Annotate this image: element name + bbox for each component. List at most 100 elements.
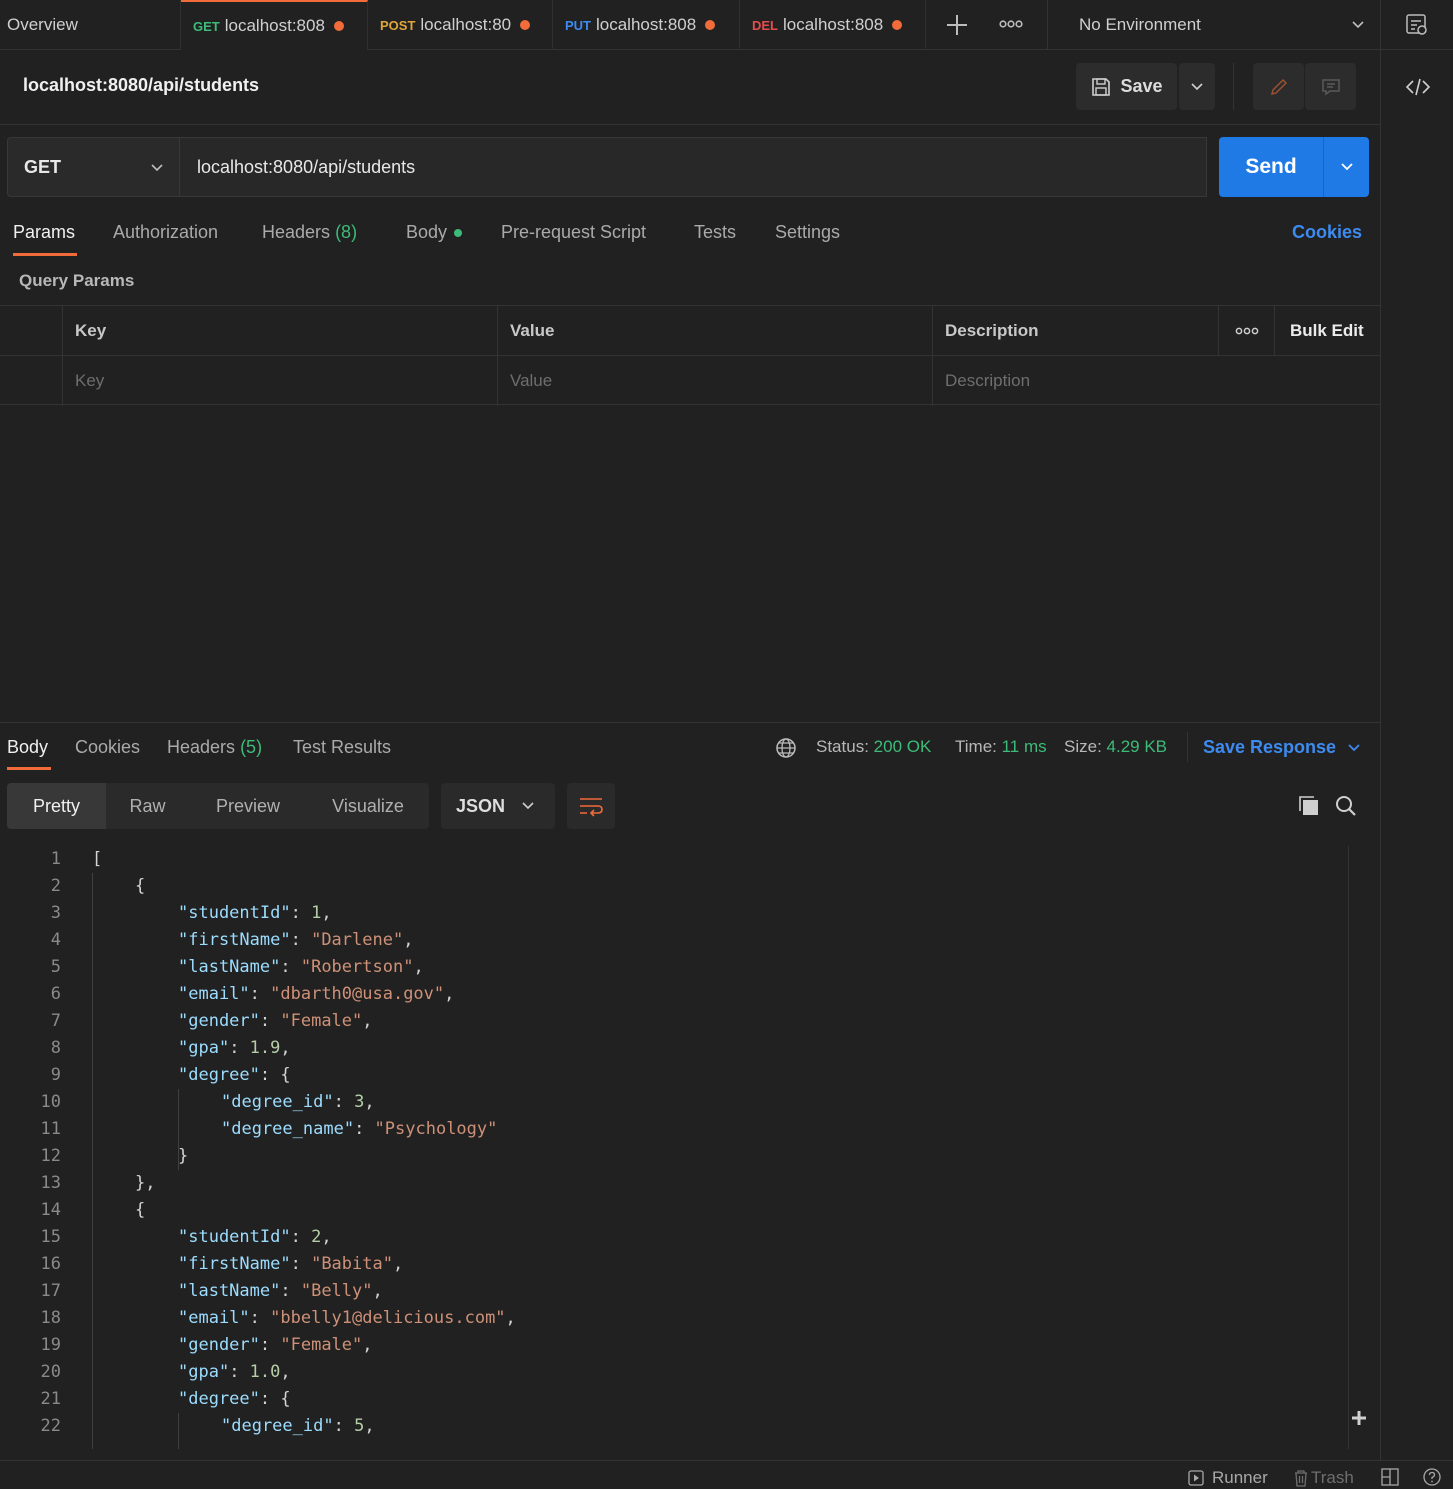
tab-bar: Overview GET localhost:808 POST localhos…	[0, 0, 1453, 50]
edit-button[interactable]	[1253, 63, 1304, 110]
help-icon[interactable]	[1423, 1468, 1441, 1486]
editor-scrollbar[interactable]	[1348, 846, 1368, 1449]
two-pane-icon[interactable]	[1381, 1468, 1399, 1486]
description-input[interactable]: Description	[932, 356, 1380, 406]
code-line: 21 "degree": {	[0, 1386, 1340, 1413]
format-select[interactable]: JSON	[441, 783, 555, 829]
key-input[interactable]: Key	[62, 356, 498, 406]
line-number: 22	[40, 1416, 61, 1436]
unsaved-dot-icon	[520, 20, 531, 30]
tab-del-request[interactable]: DEL localhost:808	[740, 0, 926, 50]
code-line: 18 "email": "bbelly1@delicious.com",	[0, 1305, 1340, 1332]
method-select[interactable]: GET	[7, 137, 180, 197]
tab-overview-label: Overview	[7, 15, 78, 34]
tab-params[interactable]: Params	[13, 222, 75, 243]
response-tab-cookies[interactable]: Cookies	[75, 737, 140, 758]
line-number: 12	[40, 1146, 61, 1166]
line-number: 18	[40, 1308, 61, 1328]
code-text: "gpa": 1.0,	[178, 1362, 291, 1382]
response-divider[interactable]	[0, 722, 1380, 723]
tab-put-request[interactable]: PUT localhost:808	[553, 0, 740, 50]
code-line: 9 "degree": {	[0, 1062, 1340, 1089]
tab-overview[interactable]: Overview	[0, 0, 181, 50]
environment-select[interactable]: No Environment	[1047, 0, 1379, 50]
view-mode-segmented-control: Pretty Raw Preview Visualize	[7, 783, 429, 829]
status-readout[interactable]: Status: 200 OK	[816, 737, 931, 757]
save-options-button[interactable]	[1179, 63, 1215, 110]
code-line: 13},	[0, 1170, 1340, 1197]
send-button[interactable]: Send	[1219, 137, 1323, 197]
tab-method: DEL	[752, 17, 778, 33]
size-readout[interactable]: Size: 4.29 KB	[1064, 737, 1167, 757]
tab-post-request[interactable]: POST localhost:80	[368, 0, 553, 50]
runner-label: Runner	[1212, 1468, 1268, 1487]
view-visualize[interactable]: Visualize	[307, 783, 429, 829]
tab-prerequest-script[interactable]: Pre-request Script	[501, 222, 646, 243]
resize-handle-icon[interactable]	[1350, 1409, 1368, 1427]
new-tab-plus-icon[interactable]	[944, 10, 970, 40]
copy-icon[interactable]	[1297, 794, 1321, 823]
line-number: 9	[50, 1065, 61, 1085]
code-line: 4 "firstName": "Darlene",	[0, 927, 1340, 954]
more-tabs-icon[interactable]	[998, 14, 1024, 34]
line-number: 1	[50, 849, 61, 869]
chevron-down-icon	[1191, 82, 1203, 90]
url-input[interactable]	[180, 137, 1207, 197]
response-tab-body[interactable]: Body	[7, 737, 48, 758]
save-button[interactable]: Save	[1076, 63, 1177, 110]
tab-settings[interactable]: Settings	[775, 222, 840, 243]
tab-tests[interactable]: Tests	[694, 222, 736, 243]
line-number: 10	[40, 1092, 61, 1112]
save-response-label: Save Response	[1203, 737, 1337, 757]
code-text: "degree_name": "Psychology"	[221, 1119, 498, 1139]
col-value-header: Value	[497, 306, 933, 356]
line-number: 16	[40, 1254, 61, 1274]
value-input[interactable]: Value	[497, 356, 933, 406]
cookies-link[interactable]: Cookies	[1292, 222, 1362, 243]
line-number: 3	[50, 903, 61, 923]
response-tab-headers[interactable]: Headers (5)	[167, 737, 262, 758]
tab-body[interactable]: Body	[406, 222, 463, 243]
col-key-header: Key	[62, 306, 498, 356]
more-options-icon[interactable]	[1218, 306, 1275, 356]
line-number: 20	[40, 1362, 61, 1382]
environment-label: No Environment	[1079, 15, 1201, 34]
wrap-lines-button[interactable]	[567, 783, 615, 829]
tab-headers[interactable]: Headers (8)	[262, 222, 357, 243]
request-title[interactable]: localhost:8080/api/students	[23, 75, 259, 96]
format-value: JSON	[456, 795, 506, 816]
globe-icon[interactable]	[775, 737, 797, 764]
environment-quick-look-icon[interactable]	[1380, 0, 1453, 50]
code-text: }	[178, 1146, 189, 1166]
trash-button[interactable]: Trash	[1293, 1468, 1354, 1488]
code-text: [	[92, 849, 103, 869]
response-tab-headers-label: Headers	[167, 737, 236, 757]
code-text: "gpa": 1.9,	[178, 1038, 291, 1058]
response-body-editor[interactable]: 1[2{3 "studentId": 1, 4 "firstName": "Darle…	[0, 846, 1348, 1449]
view-preview[interactable]: Preview	[189, 783, 307, 829]
comments-button[interactable]	[1305, 63, 1356, 110]
bulk-edit-button[interactable]: Bulk Edit	[1274, 306, 1380, 356]
code-line: 17 "lastName": "Belly",	[0, 1278, 1340, 1305]
query-params-label: Query Params	[19, 271, 135, 290]
line-number: 6	[50, 984, 61, 1004]
line-number: 13	[40, 1173, 61, 1193]
tab-get-request[interactable]: GET localhost:808	[181, 0, 368, 50]
tab-authorization[interactable]: Authorization	[113, 222, 218, 243]
tab-label: localhost:808	[596, 15, 697, 34]
save-response-button[interactable]: Save Response	[1203, 737, 1362, 758]
code-text: {	[135, 1200, 146, 1220]
send-options-button[interactable]	[1323, 137, 1369, 197]
status-label: Status:	[816, 737, 869, 756]
code-line: 1[	[0, 846, 1340, 873]
time-readout[interactable]: Time: 11 ms	[955, 737, 1047, 757]
search-icon[interactable]	[1334, 794, 1358, 823]
status-value: 200 OK	[873, 737, 932, 756]
view-pretty[interactable]: Pretty	[7, 783, 106, 829]
runner-button[interactable]: Runner	[1188, 1468, 1268, 1488]
view-raw[interactable]: Raw	[106, 783, 189, 829]
code-line: 5 "lastName": "Robertson",	[0, 954, 1340, 981]
response-tab-test-results[interactable]: Test Results	[293, 737, 391, 758]
tab-body-label: Body	[406, 222, 448, 242]
code-icon[interactable]	[1405, 76, 1431, 103]
